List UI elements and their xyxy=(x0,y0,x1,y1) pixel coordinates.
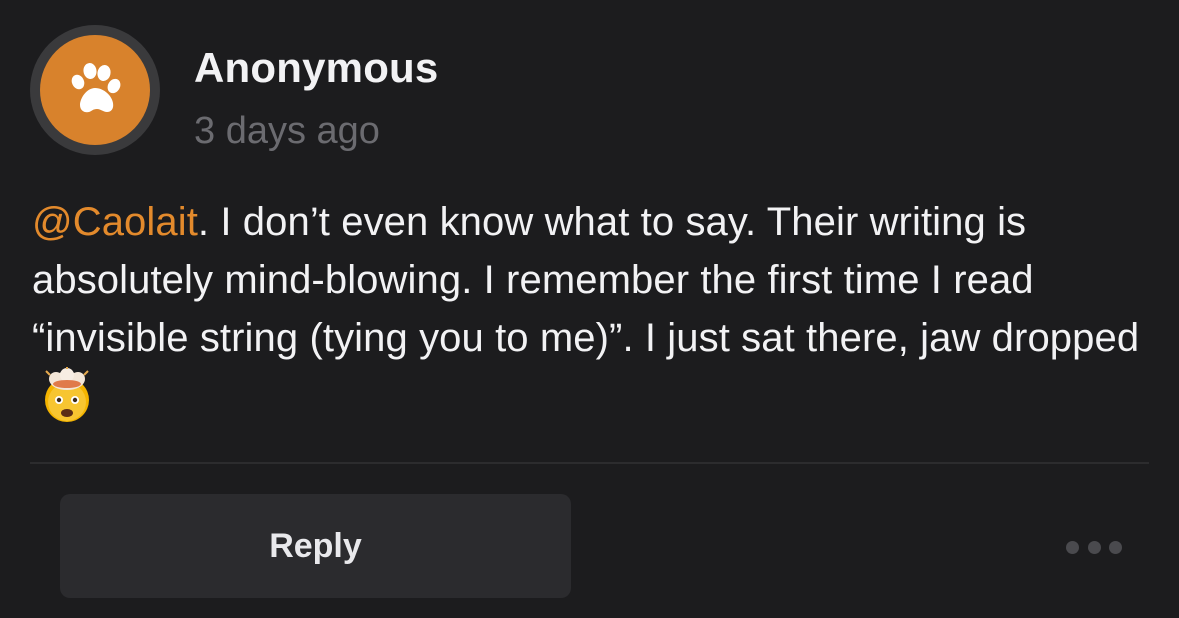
timestamp: 3 days ago xyxy=(194,110,380,152)
user-mention-link[interactable]: @Caolait xyxy=(32,200,198,244)
more-options-icon[interactable] xyxy=(1066,536,1122,558)
comment-text: . I don’t even know what to say. Their w… xyxy=(32,200,1140,360)
exploding-head-emoji xyxy=(38,367,96,441)
comment-card: Anonymous 3 days ago @Caolait. I don’t e… xyxy=(0,0,1179,618)
paw-icon xyxy=(71,63,121,113)
more-dot xyxy=(1087,540,1101,554)
comment-body: @Caolait. I don’t even know what to say.… xyxy=(32,193,1152,441)
avatar-circle xyxy=(40,35,150,145)
author-name[interactable]: Anonymous xyxy=(194,44,438,92)
more-dot xyxy=(1109,540,1122,554)
reply-button[interactable]: Reply xyxy=(60,494,571,598)
more-dot xyxy=(1066,540,1079,554)
divider xyxy=(30,462,1149,464)
avatar[interactable] xyxy=(30,25,160,155)
